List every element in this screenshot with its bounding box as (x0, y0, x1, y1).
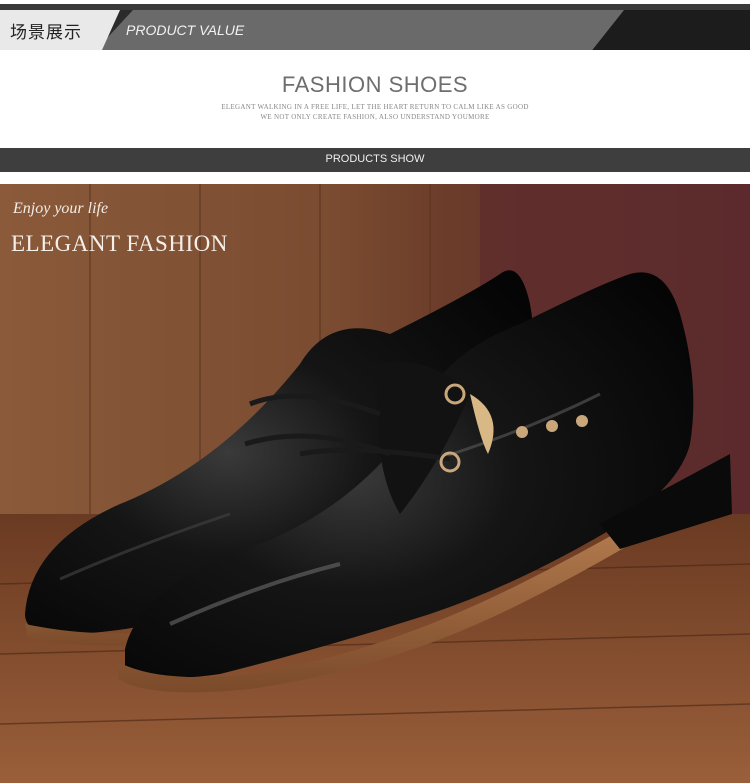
stud-icon (576, 415, 588, 427)
section-title-cn: 场景展示 (10, 23, 82, 43)
tagline-line-2: WE NOT ONLY CREATE FASHION, ALSO UNDERST… (260, 113, 490, 121)
fashion-headline: FASHION SHOES (281, 72, 469, 97)
caption-large: ELEGANT FASHION (11, 231, 228, 256)
products-show-label: PRODUCTS SHOW (325, 153, 425, 165)
tagline-line-1: ELEGANT WALKING IN A FREE LIFE, LET THE … (221, 103, 529, 111)
shoe-illustration (0, 184, 750, 783)
stud-icon (546, 420, 558, 432)
caption-small: Enjoy your life (13, 200, 109, 217)
section-title-en: PRODUCT VALUE (126, 22, 245, 38)
product-photo (0, 184, 750, 783)
stud-icon (516, 426, 528, 438)
